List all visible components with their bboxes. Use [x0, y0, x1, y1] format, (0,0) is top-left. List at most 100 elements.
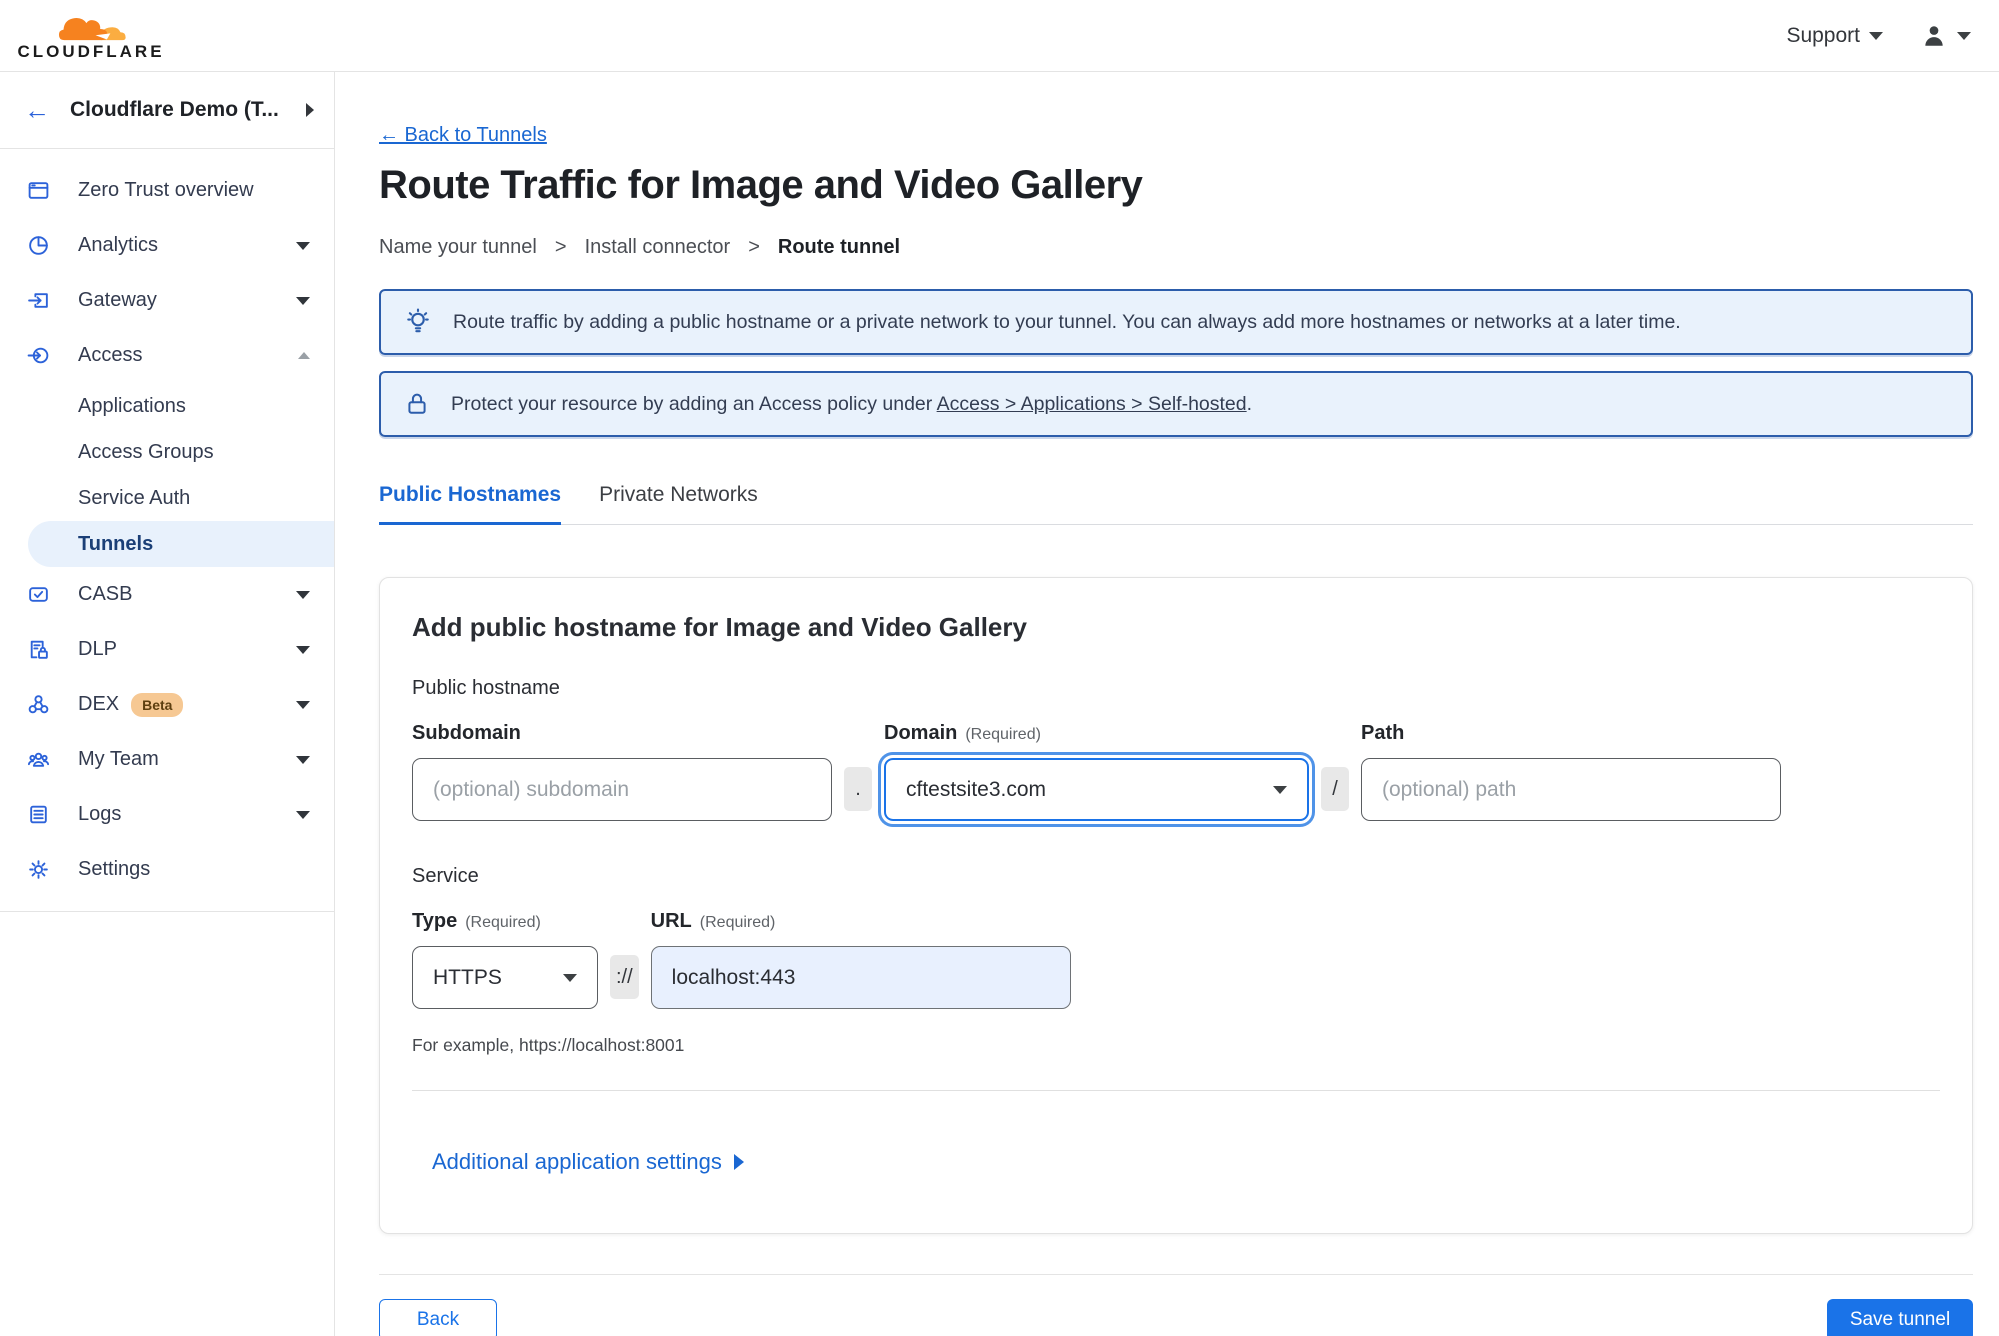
breadcrumb-separator: >	[554, 236, 567, 258]
save-tunnel-button[interactable]: Save tunnel	[1827, 1299, 1973, 1336]
sidebar-nav: Zero Trust overview Analytics Gateway Ac…	[0, 149, 334, 912]
tab-private-networks[interactable]: Private Networks	[599, 483, 758, 524]
chevron-down-icon	[563, 973, 577, 982]
sidebar-item-label: Analytics	[78, 234, 159, 256]
back-arrow-icon[interactable]: ←	[24, 97, 50, 123]
access-applications-self-hosted-link[interactable]: Access > Applications > Self-hosted	[937, 393, 1247, 415]
sidebar-item-applications[interactable]: Applications	[0, 383, 334, 429]
subdomain-input[interactable]	[412, 758, 832, 821]
lightbulb-icon	[407, 308, 429, 333]
account-switcher[interactable]: ← Cloudflare Demo (T...	[0, 72, 334, 149]
sidebar-item-logs[interactable]: Logs	[0, 787, 334, 842]
path-input[interactable]	[1361, 758, 1781, 821]
support-menu[interactable]: Support	[1786, 24, 1883, 48]
footer-divider	[379, 1274, 1973, 1275]
url-label: URL (Required)	[651, 910, 1071, 933]
url-required-hint: (Required)	[699, 914, 776, 931]
card-title: Add public hostname for Image and Video …	[412, 612, 1027, 642]
page-title: Route Traffic for Image and Video Galler…	[379, 163, 1143, 207]
breadcrumb-step-name-tunnel[interactable]: Name your tunnel	[379, 236, 537, 259]
sidebar-item-label: DLP	[78, 638, 117, 660]
sidebar-item-zero-trust-overview[interactable]: Zero Trust overview	[0, 163, 334, 218]
sidebar-subitem-label: Service Auth	[78, 486, 191, 509]
dex-icon	[26, 693, 50, 717]
url-label-text: URL	[650, 910, 692, 932]
service-type-select[interactable]: HTTPS	[412, 946, 598, 1009]
service-section-label: Service	[412, 865, 479, 887]
user-icon	[1925, 25, 1943, 46]
analytics-icon	[26, 234, 50, 258]
domain-required-hint: (Required)	[965, 726, 1041, 743]
chevron-down-icon	[296, 296, 310, 305]
overview-icon	[26, 179, 50, 203]
sidebar-item-gateway[interactable]: Gateway	[0, 273, 334, 328]
back-button[interactable]: Back	[379, 1299, 497, 1336]
chevron-up-icon	[298, 352, 310, 359]
path-label: Path	[1361, 722, 1405, 744]
account-name: Cloudflare Demo (T...	[70, 98, 279, 121]
type-required-hint: (Required)	[465, 914, 541, 931]
sidebar-item-tunnels[interactable]: Tunnels	[28, 521, 334, 567]
user-menu[interactable]	[1921, 23, 1971, 49]
sidebar-item-label: CASB	[78, 583, 133, 605]
hostname-field-row: Subdomain . Domain (Required) cftestsite3…	[412, 722, 1940, 821]
sidebar-item-service-auth[interactable]: Service Auth	[0, 475, 334, 521]
additional-settings-toggle[interactable]: Additional application settings	[432, 1149, 744, 1175]
sidebar-item-label: Settings	[78, 858, 151, 880]
type-label-text: Type	[412, 910, 458, 932]
breadcrumb-separator: >	[748, 236, 760, 258]
domain-label: Domain (Required)	[884, 722, 1309, 745]
gateway-icon	[26, 289, 50, 313]
sidebar-item-analytics[interactable]: Analytics	[0, 218, 334, 273]
domain-select[interactable]: cftestsite3.com	[884, 758, 1309, 821]
card-divider	[412, 1090, 1940, 1091]
chevron-down-icon	[296, 755, 310, 764]
scheme-separator: ://	[610, 955, 639, 999]
back-to-tunnels-link[interactable]: ← Back to Tunnels	[379, 124, 547, 147]
type-label: Type (Required)	[412, 910, 598, 933]
sidebar-item-access[interactable]: Access	[0, 328, 334, 383]
slash-separator: /	[1321, 767, 1349, 811]
breadcrumb-step-install-connector[interactable]: Install connector	[585, 236, 731, 259]
sidebar-item-label: Access	[78, 344, 143, 366]
sidebar-item-access-groups[interactable]: Access Groups	[0, 429, 334, 475]
sidebar-item-dex[interactable]: DEX Beta	[0, 677, 334, 732]
sidebar-item-dlp[interactable]: DLP	[0, 622, 334, 677]
public-hostname-card: Add public hostname for Image and Video …	[379, 577, 1973, 1234]
public-hostname-section-label: Public hostname	[412, 677, 560, 699]
sidebar-item-label: My Team	[78, 748, 159, 770]
casb-icon	[26, 583, 50, 607]
sidebar-subitem-label: Access Groups	[78, 440, 214, 463]
additional-settings-label: Additional application settings	[432, 1149, 722, 1174]
logs-icon	[26, 803, 50, 827]
service-field-row: Type (Required) HTTPS :// URL (Required)	[412, 910, 1940, 1009]
chevron-right-icon	[306, 103, 314, 117]
url-example-text: For example, https://localhost:8001	[412, 1035, 685, 1055]
dot-separator: .	[844, 767, 872, 811]
info-banner: Route traffic by adding a public hostnam…	[379, 289, 1973, 355]
sidebar-item-settings[interactable]: Settings	[0, 842, 334, 897]
sidebar-item-my-team[interactable]: My Team	[0, 732, 334, 787]
main-content: ← Back to Tunnels Route Traffic for Imag…	[335, 0, 1999, 1336]
cloudflare-cloud-icon	[58, 17, 126, 40]
tab-public-hostnames[interactable]: Public Hostnames	[379, 483, 562, 525]
chevron-down-icon	[296, 645, 310, 654]
tabs: Public Hostnames Private Networks	[379, 483, 1973, 525]
top-bar: CLOUDFLARE Support	[0, 0, 1999, 72]
chevron-down-icon	[296, 241, 310, 250]
protect-banner-suffix: .	[1246, 392, 1253, 415]
protect-banner-prefix: Protect your resource by adding an Acces…	[451, 392, 937, 415]
dlp-icon	[26, 638, 50, 662]
sidebar-item-casb[interactable]: CASB	[0, 567, 334, 622]
lock-icon	[408, 393, 426, 414]
access-icon	[26, 344, 50, 368]
chevron-down-icon	[296, 590, 310, 599]
url-input[interactable]	[650, 946, 1071, 1009]
beta-badge: Beta	[131, 692, 184, 717]
protect-banner-text: Protect your resource by adding an Acces…	[451, 393, 1252, 416]
breadcrumb-step-route-tunnel: Route tunnel	[777, 236, 901, 258]
domain-select-value: cftestsite3.com	[906, 777, 1047, 801]
sidebar: ← Cloudflare Demo (T... Zero Trust overv…	[0, 72, 335, 1336]
sidebar-item-label: DEX	[78, 693, 120, 715]
info-banner-text: Route traffic by adding a public hostnam…	[453, 310, 1681, 333]
